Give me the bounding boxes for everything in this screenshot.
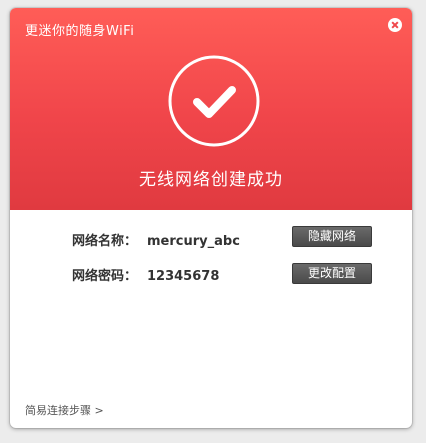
hide-network-button[interactable]: 隐藏网络	[292, 226, 372, 247]
check-circle-icon	[168, 55, 260, 147]
close-icon[interactable]	[388, 18, 402, 32]
header-banner: 更迷你的随身WiFi 无线网络创建成功	[10, 8, 412, 210]
network-password-row: 网络密码： 12345678	[72, 265, 219, 284]
wifi-window: 更迷你的随身WiFi 无线网络创建成功 网络名称： mercury_abc 隐藏网…	[10, 8, 412, 428]
network-name-value: mercury_abc	[147, 234, 240, 249]
network-name-label: 网络名称：	[72, 234, 138, 249]
window-title: 更迷你的随身WiFi	[25, 24, 135, 39]
connection-steps-link[interactable]: 简易连接步骤 >	[25, 402, 104, 418]
network-password-label: 网络密码：	[72, 269, 138, 284]
change-config-button[interactable]: 更改配置	[292, 263, 372, 284]
network-password-value: 12345678	[147, 269, 220, 284]
success-message: 无线网络创建成功	[139, 170, 283, 190]
network-name-row: 网络名称： mercury_abc	[72, 230, 240, 249]
